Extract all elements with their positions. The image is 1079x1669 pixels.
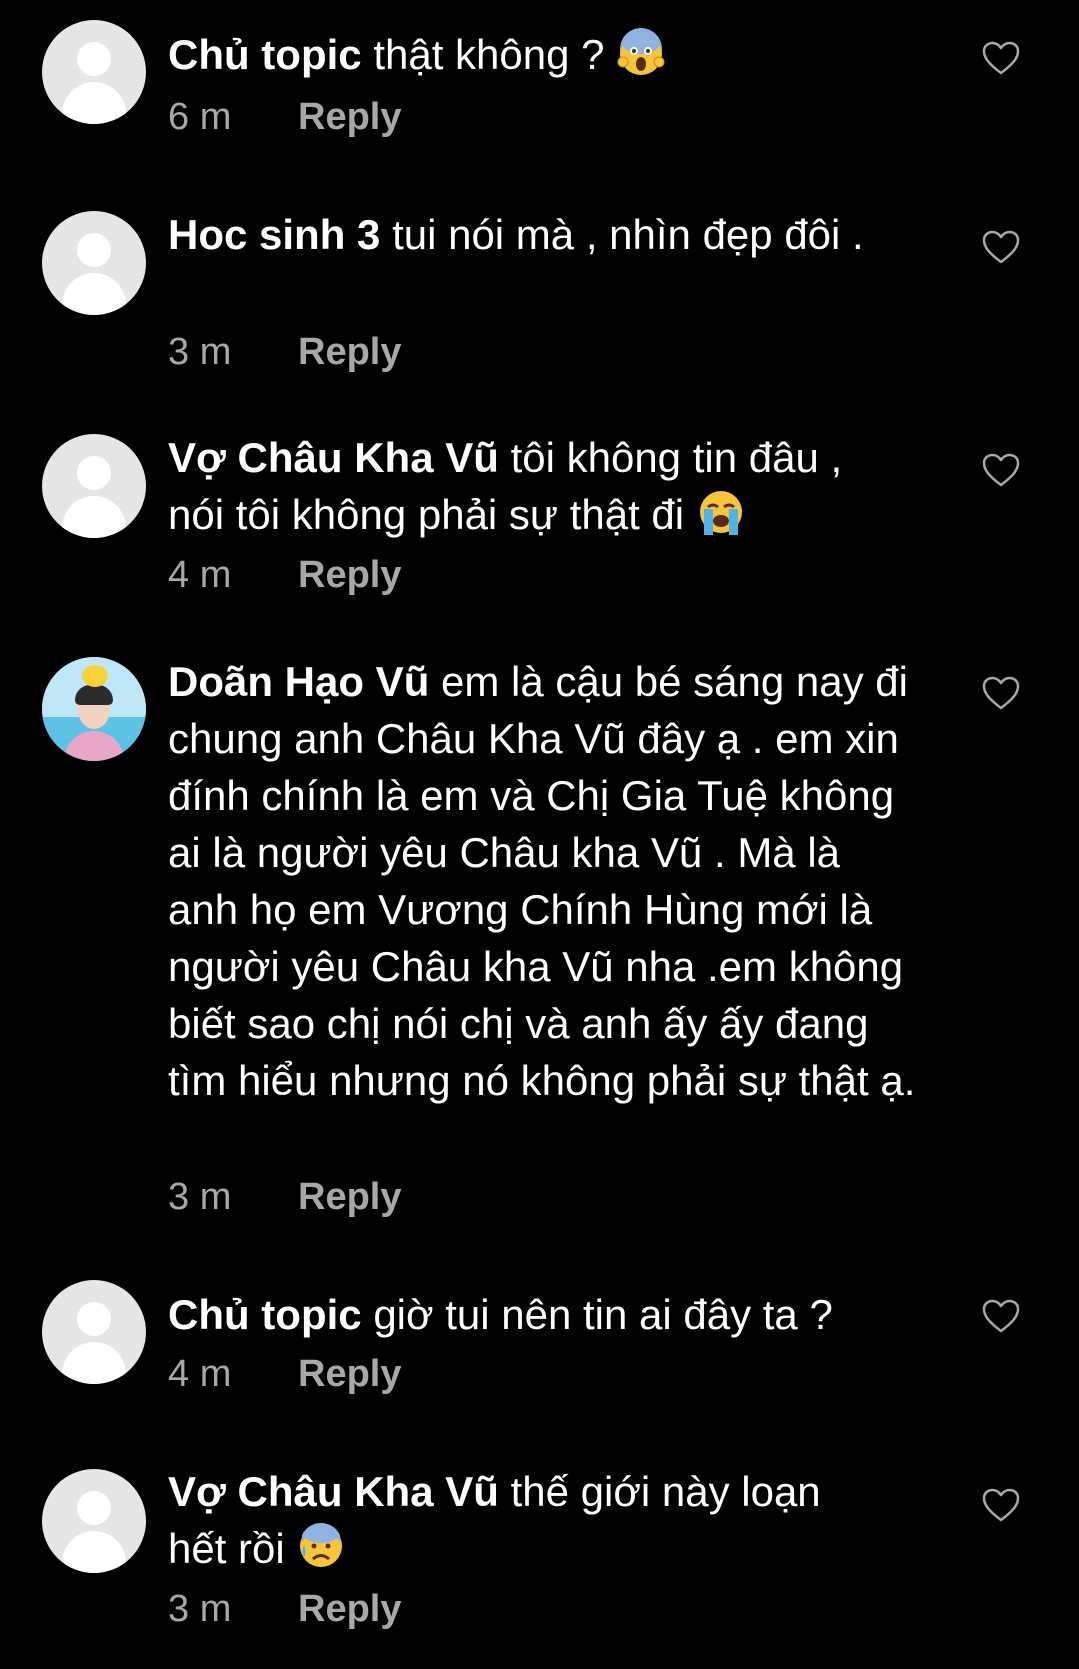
anxious-face-with-sweat-icon	[300, 1522, 343, 1567]
comment-meta: 4 m Reply	[168, 1352, 401, 1396]
heart-outline-icon[interactable]	[981, 1487, 1021, 1523]
comment-meta: 3 m Reply	[168, 1175, 401, 1219]
comment-body: Chủ topic thật không ?	[168, 26, 920, 83]
reply-button[interactable]: Reply	[298, 1176, 401, 1218]
comment-meta: 3 m Reply	[168, 1587, 401, 1631]
comment-timestamp: 3 m	[168, 331, 232, 373]
default-avatar-icon	[77, 233, 111, 267]
heart-outline-icon[interactable]	[981, 1298, 1021, 1334]
comment-meta: 6 m Reply	[168, 95, 401, 139]
comment-text: giờ tui nên tin ai đây ta ?	[373, 1291, 833, 1338]
heart-outline-icon[interactable]	[981, 40, 1021, 76]
reply-button[interactable]: Reply	[298, 554, 401, 596]
comment-text: thật không ?	[373, 31, 605, 78]
comment-body: Hoc sinh 3 tui nói mà , nhìn đẹp đôi .	[168, 206, 868, 263]
reply-button[interactable]: Reply	[298, 96, 401, 138]
default-avatar-icon	[77, 456, 111, 490]
avatar[interactable]	[42, 1469, 146, 1573]
avatar[interactable]	[42, 1280, 146, 1384]
heart-outline-icon[interactable]	[981, 675, 1021, 711]
avatar[interactable]	[42, 20, 146, 124]
heart-outline-icon[interactable]	[981, 229, 1021, 265]
comment-text: em là cậu bé sáng nay đi chung anh Châu …	[168, 658, 916, 1104]
comment-body: Vợ Châu Kha Vũ thế giới này loạn hết rồi	[168, 1463, 888, 1577]
comment-timestamp: 4 m	[168, 554, 232, 596]
comment-meta: 3 m Reply	[168, 330, 401, 374]
comment-author[interactable]: Chủ topic	[168, 31, 362, 78]
comment-timestamp: 6 m	[168, 96, 232, 138]
avatar[interactable]	[42, 211, 146, 315]
face-screaming-in-fear-icon	[617, 28, 665, 75]
comment-author[interactable]: Hoc sinh 3	[168, 211, 380, 258]
avatar[interactable]	[42, 434, 146, 538]
comment-author[interactable]: Chủ topic	[168, 1291, 362, 1338]
duck-icon	[82, 665, 108, 687]
comment-body: Chủ topic giờ tui nên tin ai đây ta ?	[168, 1286, 920, 1343]
comment-timestamp: 3 m	[168, 1176, 232, 1218]
reply-button[interactable]: Reply	[298, 1353, 401, 1395]
reply-button[interactable]: Reply	[298, 1588, 401, 1630]
loudly-crying-face-icon	[699, 491, 742, 535]
comment-timestamp: 3 m	[168, 1588, 232, 1630]
default-avatar-icon	[77, 1302, 111, 1336]
avatar[interactable]	[42, 657, 146, 761]
comment-author[interactable]: Doãn Hạo Vũ	[168, 658, 429, 705]
comment-body: Vợ Châu Kha Vũ tôi không tin đâu , nói t…	[168, 429, 908, 543]
heart-outline-icon[interactable]	[981, 452, 1021, 488]
comment-body: Doãn Hạo Vũ em là cậu bé sáng nay đi chu…	[168, 653, 920, 1109]
comment-meta: 4 m Reply	[168, 553, 401, 597]
reply-button[interactable]: Reply	[298, 331, 401, 373]
comment-text: tui nói mà , nhìn đẹp đôi .	[392, 211, 864, 258]
comment-author[interactable]: Vợ Châu Kha Vũ	[168, 434, 499, 481]
comment-timestamp: 4 m	[168, 1353, 232, 1395]
comment-author[interactable]: Vợ Châu Kha Vũ	[168, 1468, 499, 1515]
default-avatar-icon	[77, 42, 111, 76]
default-avatar-icon	[77, 1491, 111, 1525]
